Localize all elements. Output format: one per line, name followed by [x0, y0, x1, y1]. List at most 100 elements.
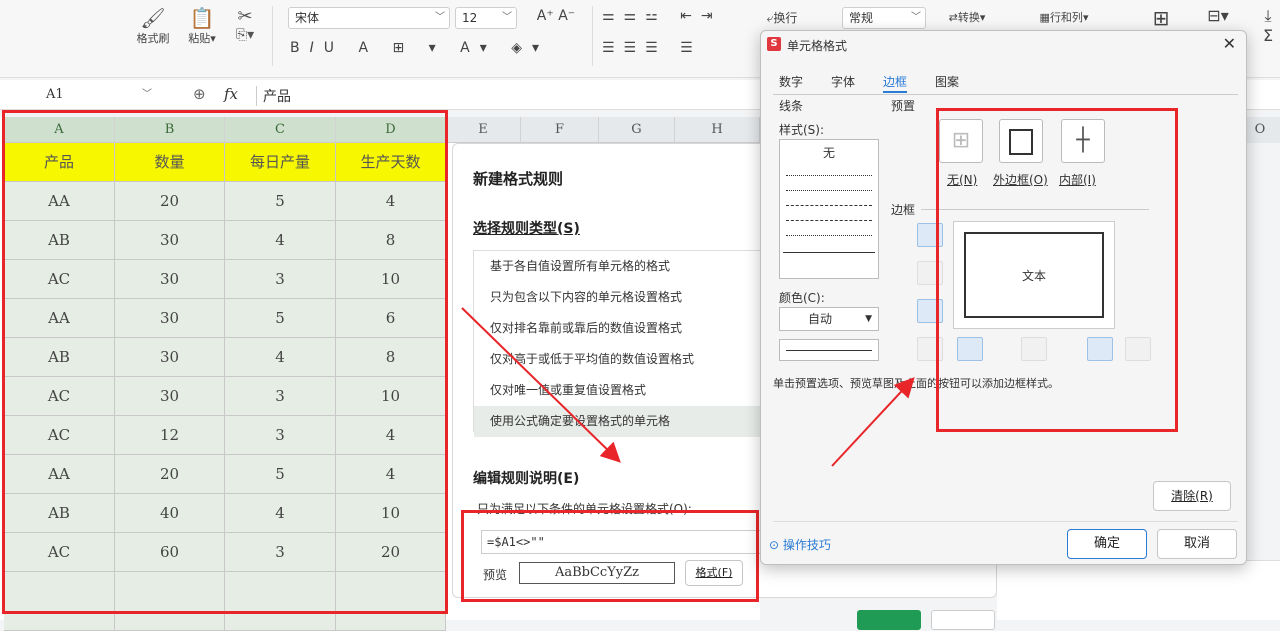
line-style-list[interactable]: 无 — [779, 139, 879, 279]
number-format-select[interactable]: 常规 ﹀ — [842, 7, 926, 29]
fx-icon[interactable]: fx — [224, 85, 238, 103]
empty-cell[interactable] — [4, 592, 115, 631]
data-cell[interactable]: 4 — [336, 416, 446, 455]
color-select[interactable]: 自动 ▼ — [779, 307, 879, 331]
convert-button[interactable]: ⇄转换▾ — [934, 9, 1000, 25]
data-cell[interactable]: 5 — [225, 299, 336, 338]
table-style-icon[interactable]: ⊞ — [1146, 6, 1176, 30]
font-size-select[interactable]: 12 ﹀ — [455, 7, 517, 29]
data-cell[interactable]: AA — [4, 182, 115, 221]
data-cell[interactable]: 4 — [336, 182, 446, 221]
font-style-buttons[interactable]: BIU A ⊞ ▾ A▾ ◈▾ — [290, 40, 580, 56]
border-preview-area[interactable]: 文本 — [953, 221, 1115, 329]
rule-type-option[interactable]: 仅对排名靠前或靠后的数值设置格式 — [474, 313, 772, 344]
border-right-button[interactable] — [1087, 337, 1113, 361]
data-cell[interactable]: AC — [4, 377, 115, 416]
line-style-option-selected[interactable] — [783, 239, 875, 253]
data-cell[interactable]: AB — [4, 221, 115, 260]
preset-none-button[interactable]: ⊞ — [939, 119, 983, 163]
data-cell[interactable]: 8 — [336, 221, 446, 260]
line-style-option[interactable] — [786, 164, 872, 176]
align-buttons-bottom[interactable]: ☰☰☰ ☰ — [602, 40, 752, 56]
column-header-h[interactable]: H — [675, 117, 760, 143]
data-cell[interactable]: AC — [4, 533, 115, 572]
empty-cell[interactable] — [115, 592, 225, 631]
wrap-text-button[interactable]: ⤶换行 — [756, 9, 808, 26]
data-cell[interactable]: 4 — [336, 455, 446, 494]
cancel-button[interactable]: 取消 — [1157, 529, 1237, 559]
data-cell[interactable]: 30 — [115, 221, 225, 260]
border-diagonal-down-button[interactable] — [1125, 337, 1151, 361]
data-cell[interactable]: 12 — [115, 416, 225, 455]
data-cell[interactable]: 6 — [336, 299, 446, 338]
preset-inside-button[interactable]: ┼ — [1061, 119, 1105, 163]
column-header-b[interactable]: B — [115, 117, 225, 143]
data-cell[interactable]: 30 — [115, 260, 225, 299]
data-cell[interactable]: 40 — [115, 494, 225, 533]
empty-cell[interactable] — [225, 592, 336, 631]
rule-type-option[interactable]: 仅对唯一值或重复值设置格式 — [474, 375, 772, 406]
data-cell[interactable]: 5 — [225, 455, 336, 494]
tab-border[interactable]: 边框 — [883, 71, 908, 93]
data-cell[interactable]: 10 — [336, 494, 446, 533]
rule-type-option[interactable]: 基于各自值设置所有单元格的格式 — [474, 251, 772, 282]
align-buttons-top[interactable]: ⚌⚌⚍ ⇤⇥ — [602, 8, 752, 24]
column-header-e[interactable]: E — [446, 117, 521, 143]
name-box[interactable]: A1 ﹀ — [8, 84, 158, 106]
border-diagonal-up-button[interactable] — [917, 337, 943, 361]
data-cell[interactable]: 8 — [336, 338, 446, 377]
data-cell[interactable]: 20 — [336, 533, 446, 572]
tab-number[interactable]: 数字 — [779, 71, 803, 93]
column-header-d[interactable]: D — [336, 117, 446, 143]
paste-button[interactable]: 📋 粘贴▾ — [180, 6, 224, 46]
header-cell[interactable]: 数量 — [115, 143, 225, 182]
data-cell[interactable]: 10 — [336, 260, 446, 299]
line-style-option[interactable] — [786, 194, 872, 206]
data-cell[interactable]: 5 — [225, 182, 336, 221]
column-header-g[interactable]: G — [599, 117, 675, 143]
data-cell[interactable]: 30 — [115, 299, 225, 338]
rule-type-list[interactable]: 基于各自值设置所有单元格的格式 只为包含以下内容的单元格设置格式 仅对排名靠前或… — [473, 250, 773, 437]
line-style-option[interactable] — [786, 209, 872, 221]
data-cell[interactable]: AB — [4, 338, 115, 377]
ok-button[interactable]: 确定 — [1067, 529, 1147, 559]
font-grow-shrink-buttons[interactable]: A⁺ A⁻ — [526, 8, 586, 24]
cell-style-icon[interactable]: ⊟▾ — [1200, 6, 1236, 25]
data-cell[interactable]: 3 — [225, 260, 336, 299]
border-bottom-button[interactable] — [917, 299, 943, 323]
border-middle-horizontal-button[interactable] — [917, 261, 943, 285]
rule-type-option[interactable]: 只为包含以下内容的单元格设置格式 — [474, 282, 772, 313]
preset-outline-button[interactable] — [999, 119, 1043, 163]
data-cell[interactable]: 10 — [336, 377, 446, 416]
close-icon[interactable]: ✕ — [1223, 34, 1236, 53]
data-cell[interactable]: 3 — [225, 533, 336, 572]
data-cell[interactable]: 20 — [115, 455, 225, 494]
data-cell[interactable]: 20 — [115, 182, 225, 221]
rows-cols-button[interactable]: ▦行和列▾ — [1022, 9, 1106, 25]
clear-button[interactable]: 清除(R) — [1153, 481, 1231, 511]
tips-link[interactable]: ⊙ 操作技巧 — [769, 536, 831, 553]
format-button[interactable]: 格式(F) — [685, 560, 743, 586]
data-cell[interactable]: 4 — [225, 221, 336, 260]
data-cell[interactable]: 30 — [115, 338, 225, 377]
empty-cell[interactable] — [336, 592, 446, 631]
tab-font[interactable]: 字体 — [831, 71, 855, 93]
zoom-icon[interactable]: ⊕ — [193, 85, 206, 103]
format-painter-button[interactable]: 🖌 格式刷 — [133, 6, 173, 46]
data-cell[interactable]: AC — [4, 416, 115, 455]
header-cell[interactable]: 产品 — [4, 143, 115, 182]
data-cell[interactable]: AC — [4, 260, 115, 299]
cut-button[interactable]: ✂ ⎘▾ — [230, 6, 260, 43]
formula-input-field[interactable]: =$A1<>"" — [481, 530, 771, 554]
header-cell[interactable]: 生产天数 — [336, 143, 446, 182]
data-cell[interactable]: 60 — [115, 533, 225, 572]
data-cell[interactable]: 3 — [225, 416, 336, 455]
line-style-none[interactable]: 无 — [780, 144, 878, 161]
data-cell[interactable]: 3 — [225, 377, 336, 416]
data-cell[interactable]: 30 — [115, 377, 225, 416]
data-cell[interactable]: AA — [4, 455, 115, 494]
data-cell[interactable]: 4 — [225, 338, 336, 377]
rule-type-option[interactable]: 仅对高于或低于平均值的数值设置格式 — [474, 344, 772, 375]
data-cell[interactable]: 4 — [225, 494, 336, 533]
formula-input[interactable]: 产品 — [256, 86, 291, 106]
